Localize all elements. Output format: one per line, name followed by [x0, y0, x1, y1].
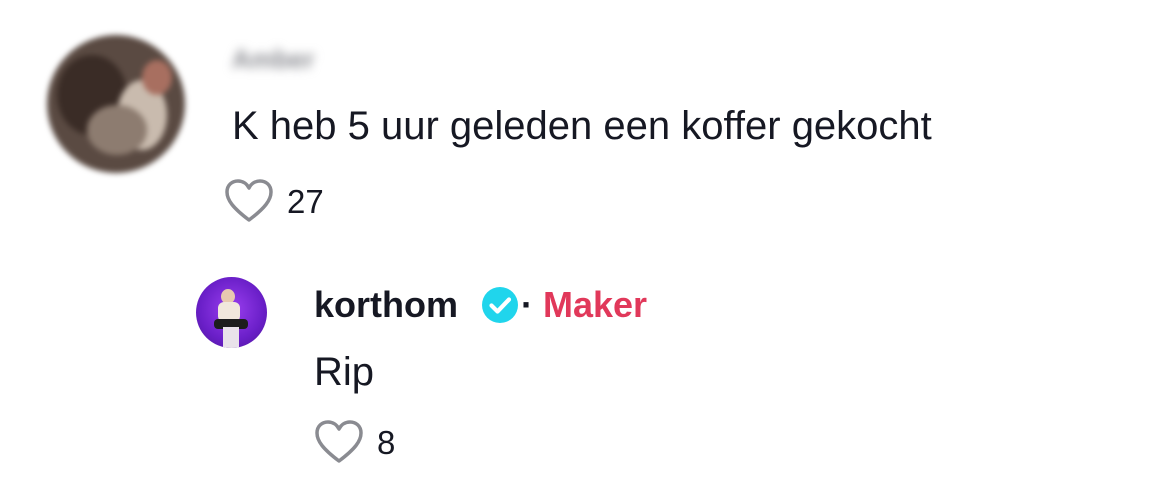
comment-text: K heb 5 uur geleden een koffer gekocht	[232, 104, 932, 148]
verified-badge-icon	[458, 286, 519, 324]
reply-text: Rip	[314, 350, 375, 394]
like-row: 8	[313, 419, 395, 465]
avatar[interactable]	[196, 277, 267, 348]
like-row: 27	[223, 178, 324, 224]
comment-username[interactable]: Amber	[232, 44, 314, 75]
like-count: 8	[377, 423, 396, 461]
avatar[interactable]	[47, 35, 185, 173]
reply-username[interactable]: korthom	[314, 283, 458, 327]
reply-header: korthom · Maker	[314, 283, 647, 327]
heart-icon[interactable]	[313, 419, 365, 465]
like-count: 27	[287, 182, 324, 220]
separator-dot: ·	[521, 284, 533, 325]
creator-badge: Maker	[543, 284, 648, 325]
heart-icon[interactable]	[223, 178, 275, 224]
